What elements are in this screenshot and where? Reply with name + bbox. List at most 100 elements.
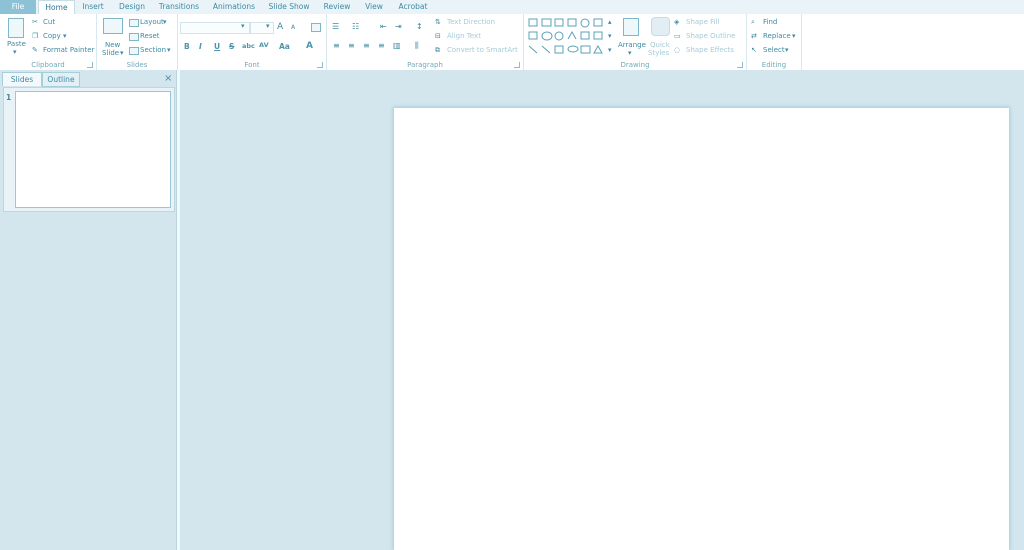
new-slide-icon[interactable] xyxy=(103,18,123,34)
paste-icon[interactable] xyxy=(8,18,24,38)
smartart-icon: ⧉ xyxy=(435,46,440,54)
copy-dropdown-arrow[interactable]: ▾ xyxy=(63,32,67,40)
clear-formatting-icon[interactable] xyxy=(311,23,321,32)
font-size-combo[interactable] xyxy=(250,22,274,34)
tab-home[interactable]: Home xyxy=(38,0,75,15)
tab-review[interactable]: Review xyxy=(318,0,356,14)
columns-icon[interactable]: ▥ xyxy=(393,41,401,50)
shapes-scroll-down-icon[interactable]: ▾ xyxy=(608,32,612,40)
increase-indent-icon[interactable]: ⇥ xyxy=(395,22,402,31)
grow-font-button[interactable]: A xyxy=(277,22,283,32)
tab-file[interactable]: File xyxy=(0,0,36,14)
tab-slides[interactable]: Slides xyxy=(2,72,42,86)
format-painter-icon: ✎ xyxy=(32,46,38,54)
underline-button[interactable]: U xyxy=(214,42,220,51)
quick-styles-button[interactable]: Quick xyxy=(650,41,670,49)
text-direction-icon: ⇅ xyxy=(435,18,441,26)
shape-effects-icon: ◌ xyxy=(674,46,681,54)
font-group-label: Font xyxy=(244,61,260,69)
clipboard-launcher-icon[interactable] xyxy=(87,62,93,68)
text-direction-button[interactable]: Text Direction xyxy=(447,18,495,26)
tab-outline[interactable]: Outline xyxy=(42,72,80,87)
bold-button[interactable]: B xyxy=(184,42,190,51)
shapes-more-icon[interactable]: ▾ xyxy=(608,46,612,54)
slide-canvas[interactable] xyxy=(394,108,1009,550)
font-name-dropdown-arrow[interactable]: ▾ xyxy=(241,22,245,30)
font-launcher-icon[interactable] xyxy=(317,62,323,68)
paste-dropdown-arrow[interactable]: ▾ xyxy=(13,48,17,56)
paragraph-group-label: Paragraph xyxy=(407,61,443,69)
section-dropdown-arrow[interactable]: ▾ xyxy=(167,46,171,54)
font-group: ▾ ▾ A A B I U S abc AV Aa A Font xyxy=(178,14,327,70)
slides-pane-tabs: Slides Outline xyxy=(0,70,176,87)
select-button[interactable]: Select xyxy=(763,46,785,54)
ribbon-tab-bar: File Home Insert Design Transitions Anim… xyxy=(0,0,1024,15)
shape-outline-button[interactable]: Shape Outline xyxy=(686,32,735,40)
change-case-button[interactable]: Aa xyxy=(279,42,290,51)
paragraph-group: ☰ ☷ ⇤ ⇥ ↕ ≡ ≡ ≡ ≡ ▥ ⫼ ⇅ Text Direction ⊟… xyxy=(327,14,524,70)
justify-icon[interactable]: ≡ xyxy=(378,41,385,50)
select-dropdown-arrow[interactable]: ▾ xyxy=(785,46,789,54)
replace-icon: ⇄ xyxy=(751,32,757,40)
align-center-icon[interactable]: ≡ xyxy=(348,41,355,50)
drawing-launcher-icon[interactable] xyxy=(737,62,743,68)
close-pane-icon[interactable]: × xyxy=(164,73,172,84)
font-size-dropdown-arrow[interactable]: ▾ xyxy=(266,22,270,30)
slide-thumbnail[interactable] xyxy=(15,91,171,208)
tab-insert[interactable]: Insert xyxy=(76,0,110,14)
shapes-gallery[interactable] xyxy=(528,17,608,59)
drawing-group-label: Drawing xyxy=(620,61,650,69)
quick-styles-icon[interactable] xyxy=(651,17,670,36)
align-text-button[interactable]: Align Text xyxy=(447,32,481,40)
shapes-scroll-up-icon[interactable]: ▴ xyxy=(608,18,612,26)
layout-button[interactable]: Layout xyxy=(140,18,164,26)
paste-button[interactable]: Paste xyxy=(7,40,26,48)
font-color-button[interactable]: A xyxy=(306,41,313,51)
replace-button[interactable]: Replace xyxy=(763,32,791,40)
clipboard-group: Paste ▾ ✂ Cut ❐ Copy ▾ ✎ Format Painter … xyxy=(0,14,97,70)
text-columns-icon[interactable]: ⫼ xyxy=(415,41,419,51)
strikethrough-button[interactable]: S xyxy=(229,42,234,51)
shape-outline-icon: ▭ xyxy=(674,32,681,40)
new-slide-button-line2[interactable]: Slide xyxy=(102,49,119,57)
character-spacing-button[interactable]: AV xyxy=(259,41,269,49)
copy-button[interactable]: Copy xyxy=(43,32,61,40)
arrange-icon[interactable] xyxy=(623,18,639,36)
tab-animations[interactable]: Animations xyxy=(208,0,260,14)
bullets-icon[interactable]: ☰ xyxy=(332,22,339,31)
tab-view[interactable]: View xyxy=(360,0,388,14)
arrange-dropdown-arrow[interactable]: ▾ xyxy=(628,49,632,57)
new-slide-dropdown-arrow[interactable]: ▾ xyxy=(120,49,124,57)
decrease-indent-icon[interactable]: ⇤ xyxy=(380,22,387,31)
drawing-group: ▴ ▾ ▾ Arrange ▾ Quick Styles ◈ Shape Fil… xyxy=(524,14,747,70)
copy-icon: ❐ xyxy=(32,32,39,40)
format-painter-button[interactable]: Format Painter xyxy=(43,46,94,54)
line-spacing-icon[interactable]: ↕ xyxy=(416,22,423,31)
tab-design[interactable]: Design xyxy=(114,0,150,14)
italic-button[interactable]: I xyxy=(199,42,202,51)
align-right-icon[interactable]: ≡ xyxy=(363,41,370,50)
shape-effects-button[interactable]: Shape Effects xyxy=(686,46,734,54)
arrange-button[interactable]: Arrange xyxy=(618,41,646,49)
tab-slide-show[interactable]: Slide Show xyxy=(264,0,314,14)
new-slide-button[interactable]: New xyxy=(105,41,120,49)
shape-fill-button[interactable]: Shape Fill xyxy=(686,18,720,26)
shrink-font-button[interactable]: A xyxy=(291,24,295,31)
tab-acrobat[interactable]: Acrobat xyxy=(392,0,434,14)
cut-button[interactable]: Cut xyxy=(43,18,55,26)
text-shadow-button[interactable]: abc xyxy=(242,42,255,50)
replace-dropdown-arrow[interactable]: ▾ xyxy=(792,32,796,40)
cut-icon: ✂ xyxy=(32,18,38,26)
find-button[interactable]: Find xyxy=(763,18,777,26)
select-icon: ↖ xyxy=(751,46,757,54)
quick-styles-button-line2[interactable]: Styles xyxy=(648,49,669,57)
reset-button[interactable]: Reset xyxy=(140,32,160,40)
tab-transitions[interactable]: Transitions xyxy=(154,0,204,14)
section-button[interactable]: Section xyxy=(140,46,166,54)
numbering-icon[interactable]: ☷ xyxy=(352,22,359,31)
convert-smartart-button[interactable]: Convert to SmartArt xyxy=(447,46,518,54)
align-left-icon[interactable]: ≡ xyxy=(333,41,340,50)
font-name-combo[interactable] xyxy=(180,22,250,34)
paragraph-launcher-icon[interactable] xyxy=(514,62,520,68)
layout-dropdown-arrow[interactable]: ▾ xyxy=(163,18,167,26)
